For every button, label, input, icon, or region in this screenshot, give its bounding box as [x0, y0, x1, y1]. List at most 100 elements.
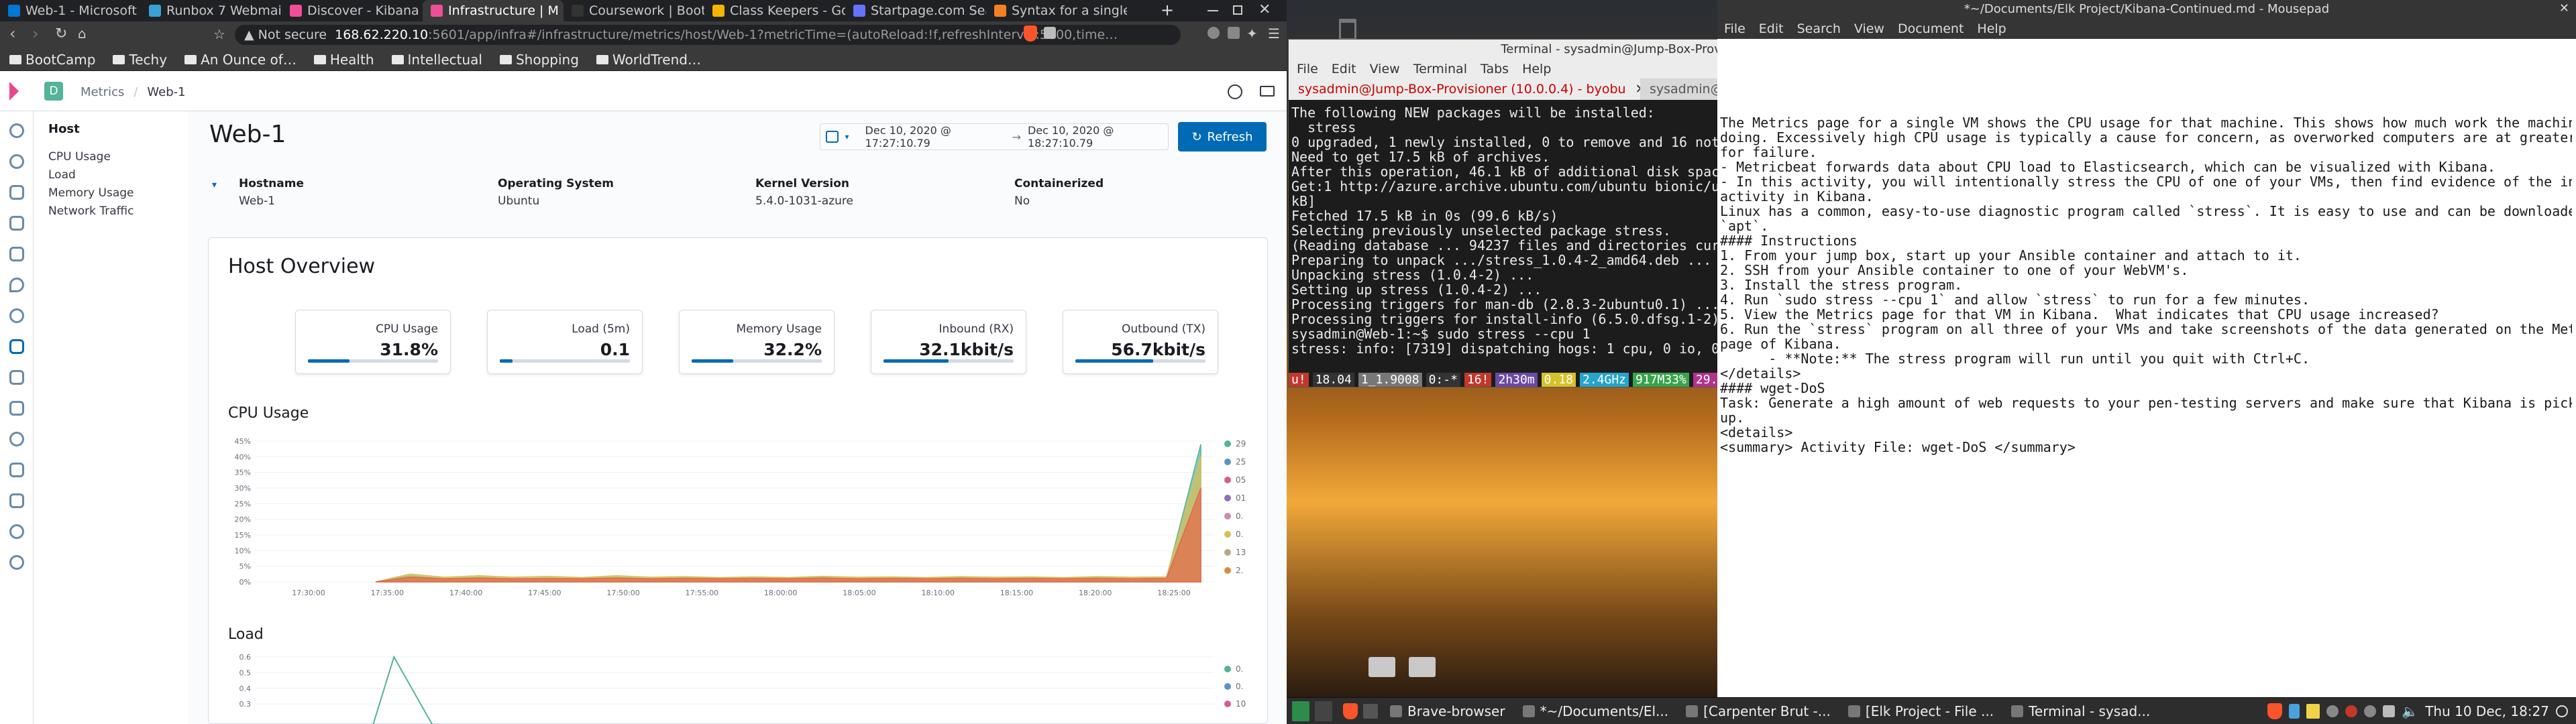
sidebar-item-network-traffic[interactable]: Network Traffic	[48, 204, 133, 218]
devtools-nav-icon[interactable]	[0, 493, 33, 508]
brave-taskbar-icon[interactable]	[1343, 703, 1358, 719]
sidebar-item-cpu-usage[interactable]: CPU Usage	[48, 150, 111, 164]
taskbar-window-button[interactable]: Brave-browser	[1383, 699, 1512, 723]
sidebar-item-load[interactable]: Load	[48, 168, 76, 182]
maximize-button[interactable]	[1233, 5, 1242, 15]
bookmark-item[interactable]: Shopping	[499, 52, 579, 68]
mousepad-menu-item[interactable]: View	[1854, 21, 1884, 36]
workspace-switcher[interactable]	[1292, 701, 1309, 721]
bookmark-item[interactable]: Intellectual	[391, 52, 482, 68]
browser-tab[interactable]: Coursework | Bootc✕	[564, 0, 704, 21]
kibana-logo[interactable]	[9, 82, 19, 101]
bookmark-item[interactable]: WorldTrend…	[596, 52, 701, 68]
terminal-menu-item[interactable]: Tabs	[1481, 62, 1509, 76]
volume-icon[interactable]: 🔈	[2402, 703, 2418, 719]
bluetooth-icon[interactable]	[2289, 703, 2300, 719]
taskbar-window-button[interactable]: [Elk Project - File ...	[1841, 699, 2000, 723]
terminal-taskbar-icon[interactable]	[1363, 703, 1378, 719]
terminal-menu-item[interactable]: View	[1370, 62, 1400, 76]
discover-nav-icon[interactable]	[0, 154, 33, 169]
date-start[interactable]: Dec 10, 2020 @ 17:27:10.79	[865, 124, 1006, 149]
siem-nav-icon[interactable]	[0, 463, 33, 477]
power-icon[interactable]	[2556, 705, 2568, 717]
notes-icon[interactable]	[2306, 703, 2320, 719]
terminal-tab-byobu[interactable]: sysadmin@Jump-Box-Provisioner (10.0.0.4)…	[1289, 78, 1640, 100]
extensions-puzzle-icon[interactable]: ✦	[1246, 25, 1258, 42]
browser-tab[interactable]: Infrastructure | M✕	[423, 0, 564, 21]
canvas-nav-icon[interactable]	[0, 247, 33, 261]
app-tray-icon[interactable]	[2364, 705, 2377, 717]
terminal-menu-item[interactable]: Terminal	[1413, 62, 1467, 76]
folder-icon[interactable]	[1368, 657, 1395, 677]
refresh-button[interactable]: ↻ Refresh	[1178, 122, 1267, 152]
tab-close-icon[interactable]: ✕	[1635, 82, 1640, 97]
browser-tab[interactable]: Startpage.com Sea✕	[845, 0, 986, 21]
apm-nav-icon[interactable]	[0, 401, 33, 416]
mousepad-menu-item[interactable]: Help	[1977, 21, 2006, 36]
date-picker[interactable]: ▾ Dec 10, 2020 @ 17:27:10.79 → Dec 10, 2…	[820, 123, 1169, 150]
rewards-icon[interactable]	[1044, 27, 1056, 39]
ml-nav-icon[interactable]	[0, 308, 33, 323]
browser-tab[interactable]: Runbox 7 Webmail✕	[141, 0, 282, 21]
maps-nav-icon[interactable]	[0, 278, 33, 292]
mousepad-menu-item[interactable]: Edit	[1759, 21, 1784, 36]
bookmark-item[interactable]: Health	[313, 52, 374, 68]
help-icon[interactable]	[1228, 84, 1242, 99]
bookmark-icon[interactable]: ☆	[213, 26, 225, 42]
mousepad-menu-item[interactable]: Search	[1797, 21, 1841, 36]
browser-tab[interactable]: Discover - Kibana✕	[282, 0, 423, 21]
date-end[interactable]: Dec 10, 2020 @ 18:27:10.79	[1028, 124, 1168, 149]
mail-icon[interactable]	[1260, 86, 1275, 97]
workspace-switcher[interactable]	[1315, 701, 1332, 721]
app-tray-icon[interactable]	[2345, 705, 2358, 717]
dashboard-nav-icon[interactable]	[0, 216, 33, 231]
browser-tab[interactable]: Class Keepers - Go✕	[704, 0, 845, 21]
uptime-nav-icon[interactable]	[0, 432, 33, 446]
metrics-nav-icon[interactable]	[0, 339, 33, 354]
chevron-down-icon[interactable]: ▾	[845, 132, 849, 141]
clock-nav-icon[interactable]	[0, 123, 33, 138]
close-icon[interactable]: ✕	[1258, 1, 1271, 18]
breadcrumb-metrics[interactable]: Metrics	[80, 85, 124, 99]
back-button[interactable]: ‹	[9, 24, 16, 43]
app-tray-icon[interactable]	[2326, 705, 2339, 717]
monitoring-nav-icon[interactable]	[0, 524, 33, 539]
taskbar-window-button[interactable]: Terminal - sysad...	[2004, 699, 2157, 723]
trash-icon[interactable]	[1339, 19, 1356, 40]
menu-icon[interactable]: ☰	[1268, 25, 1280, 42]
network-icon[interactable]	[2383, 705, 2396, 717]
bookmark-item[interactable]: BootCamp	[9, 52, 95, 68]
bookmark-item[interactable]: An Ounce of…	[184, 52, 297, 68]
mousepad-menu-item[interactable]: Document	[1898, 21, 1964, 36]
browser-tab[interactable]: Web-1 - Microsoft A✕	[0, 0, 141, 21]
terminal-menu-item[interactable]: Help	[1522, 62, 1551, 76]
reload-icon[interactable]: ↻	[55, 25, 67, 42]
mousepad-menu-item[interactable]: File	[1724, 21, 1746, 36]
brave-shield-icon[interactable]	[1024, 25, 1037, 42]
metadata-toggle-icon[interactable]: ▾	[212, 180, 217, 190]
minimize-button[interactable]	[1208, 10, 1218, 11]
clock[interactable]: Thu 10 Dec, 18:27	[2425, 703, 2549, 719]
visualize-nav-icon[interactable]	[0, 185, 33, 200]
browser-tab[interactable]: Syntax for a single-✕	[986, 0, 1127, 21]
new-tab-button[interactable]: +	[1161, 0, 1174, 21]
mousepad-editor[interactable]: The Metrics page for a single VM shows t…	[1720, 115, 2572, 697]
brave-tray-icon[interactable]	[2267, 703, 2283, 719]
sidebar-item-memory-usage[interactable]: Memory Usage	[48, 186, 134, 200]
logs-nav-icon[interactable]	[0, 370, 33, 385]
taskbar-window-button[interactable]: [Carpenter Brut -...	[1679, 699, 1837, 723]
terminal-menu-item[interactable]: File	[1297, 62, 1318, 76]
bookmark-item[interactable]: Techy	[113, 52, 167, 68]
folder-icon[interactable]	[1409, 657, 1436, 677]
management-nav-icon[interactable]	[0, 555, 33, 570]
space-avatar[interactable]: D	[44, 82, 63, 101]
address-bar[interactable]: ▲ Not secure 168.62.220.10 :5601 /app/in…	[235, 25, 1181, 45]
mousepad-close-icon[interactable]: ✕	[2559, 1, 2569, 15]
extension-icon[interactable]	[1208, 27, 1220, 39]
calendar-icon[interactable]	[826, 131, 839, 143]
terminal-menu-item[interactable]: Edit	[1332, 62, 1356, 76]
taskbar-window-button[interactable]: *~/Documents/El...	[1516, 699, 1676, 723]
home-icon[interactable]: ⌂	[78, 25, 87, 42]
wallet-icon[interactable]	[1228, 27, 1240, 39]
forward-button[interactable]: ›	[32, 24, 39, 43]
